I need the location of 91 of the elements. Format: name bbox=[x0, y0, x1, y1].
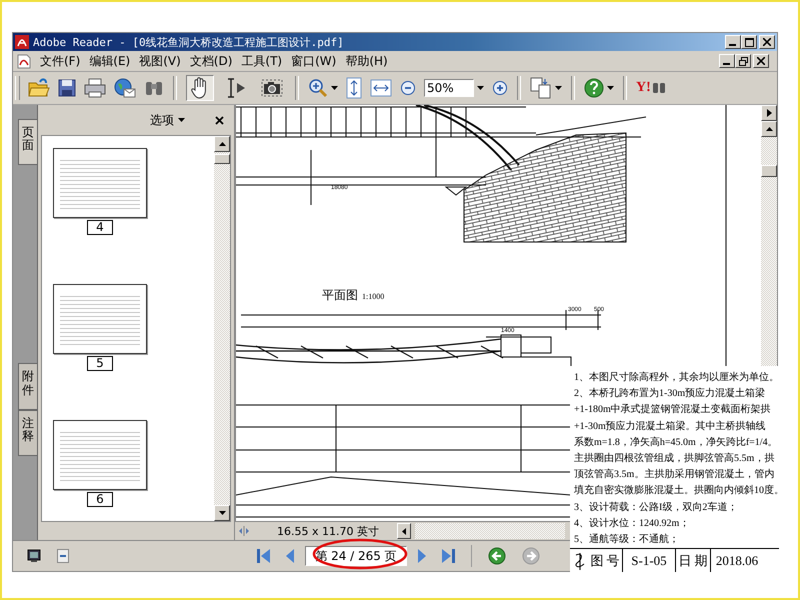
window-title: Adobe Reader - [0线花鱼洞大桥改造工程施工图设计.pdf] bbox=[33, 34, 344, 50]
menu-item[interactable]: 视图(V) bbox=[139, 52, 181, 70]
note-text: 4、设计水位：1240.92m； bbox=[574, 516, 690, 531]
note-text: 3、设计荷载：公路I级，双向2车道； bbox=[574, 500, 738, 515]
plan-title: 平面图 bbox=[322, 288, 358, 302]
next-page-icon[interactable] bbox=[417, 548, 427, 564]
signature-mark-icon bbox=[573, 550, 587, 571]
menu-item[interactable]: 编辑(E) bbox=[89, 52, 130, 70]
up-arrow-icon bbox=[218, 142, 226, 146]
menu-item[interactable]: 工具(T) bbox=[241, 52, 282, 70]
page-number-label: 4 bbox=[87, 220, 113, 235]
first-page-icon[interactable] bbox=[255, 548, 271, 564]
monitor-icon[interactable] bbox=[27, 549, 41, 563]
side-tab[interactable]: 附件 bbox=[18, 363, 37, 410]
title-block-cell: S-1-05 bbox=[623, 549, 676, 572]
page-thumbnail[interactable] bbox=[53, 420, 147, 490]
print-icon[interactable] bbox=[84, 78, 106, 98]
restore-icon bbox=[738, 56, 748, 66]
zoom-in-icon[interactable] bbox=[492, 80, 508, 96]
note-text: 顶弦管高3.5m。主拱肋采用钢管混凝土，管内 bbox=[574, 468, 776, 482]
fit-height-icon[interactable] bbox=[346, 77, 362, 99]
restore-button[interactable] bbox=[735, 54, 751, 68]
maximize-button[interactable] bbox=[741, 35, 757, 49]
scrollbar-track[interactable] bbox=[414, 523, 565, 539]
dropdown-caret-icon[interactable] bbox=[477, 86, 484, 90]
right-arrow-icon bbox=[766, 109, 772, 117]
split-handle-icon[interactable] bbox=[237, 525, 251, 537]
note-text: 2、本桥孔跨布置为1-30m预应力混凝土箱梁 bbox=[574, 386, 766, 402]
close-button[interactable] bbox=[753, 54, 769, 68]
zoom-in-icon[interactable] bbox=[308, 78, 328, 98]
document-icon bbox=[17, 54, 31, 68]
page-size-label: 16.55 x 11.70 英寸 bbox=[277, 524, 379, 538]
close-button[interactable] bbox=[759, 35, 775, 49]
page-layout-icon[interactable] bbox=[530, 77, 552, 99]
help-icon[interactable] bbox=[584, 78, 604, 98]
note-text: 填充自密实微膨胀混凝土。拱圈向内倾斜10度。 bbox=[574, 484, 779, 498]
page-thumbnail[interactable] bbox=[53, 284, 147, 354]
text-cursor-icon bbox=[225, 78, 247, 98]
last-page-icon[interactable] bbox=[441, 548, 457, 564]
tool-button[interactable] bbox=[186, 75, 214, 101]
minimize-button[interactable] bbox=[719, 54, 735, 68]
note-text: 5、通航等级：不通航； bbox=[574, 532, 680, 548]
open-folder-icon[interactable] bbox=[28, 78, 50, 98]
note-text: +1-180m中承式提篮钢管混凝土变截面桁架拱 bbox=[574, 402, 772, 418]
note-text: +1-30m预应力混凝土箱梁。其中主桥拱轴线 bbox=[574, 420, 767, 434]
close-icon[interactable] bbox=[215, 116, 224, 124]
search-toolbar-logo[interactable]: Y! bbox=[636, 80, 651, 96]
save-icon[interactable] bbox=[58, 79, 76, 97]
camera-icon bbox=[261, 79, 283, 97]
close-icon bbox=[757, 57, 765, 65]
side-tab[interactable]: 注释 bbox=[18, 410, 37, 456]
app-logo-icon bbox=[15, 35, 29, 49]
dropdown-caret-icon[interactable] bbox=[555, 86, 562, 90]
zoom-out-icon[interactable] bbox=[400, 80, 416, 96]
title-block-cell: 图 号 bbox=[588, 549, 623, 572]
menu-item[interactable]: 文件(F) bbox=[40, 52, 80, 70]
dropdown-caret-icon[interactable] bbox=[331, 86, 338, 90]
maximize-icon bbox=[744, 38, 754, 46]
next-page-button[interactable] bbox=[761, 105, 777, 121]
menu-item[interactable]: 帮助(H) bbox=[345, 52, 388, 70]
page-number-label: 6 bbox=[87, 492, 113, 507]
previous-page-icon[interactable] bbox=[285, 548, 295, 564]
down-arrow-icon bbox=[218, 511, 226, 515]
note-text: 系数m=1.8，净矢高h=45.0m，净矢跨比f=1/4。 bbox=[574, 436, 779, 450]
menu-item[interactable]: 窗口(W) bbox=[291, 52, 336, 70]
window-icon[interactable] bbox=[57, 549, 69, 563]
scroll-up-button[interactable] bbox=[761, 121, 777, 137]
side-tab[interactable]: 页面 bbox=[18, 119, 37, 166]
note-text: 1、本图尺寸除高程外，其余均以厘米为单位。 bbox=[574, 370, 779, 385]
page-thumbnail[interactable] bbox=[53, 148, 147, 218]
scrollbar-thumb[interactable] bbox=[214, 154, 230, 164]
options-menu[interactable]: 选项 bbox=[150, 112, 174, 128]
close-icon bbox=[763, 38, 771, 46]
note-text: 主拱圈由四根弦管组成，拱脚弦管高5.5m，拱 bbox=[574, 452, 776, 466]
up-arrow-icon bbox=[766, 127, 772, 131]
globe-email-icon[interactable] bbox=[114, 78, 136, 98]
dropdown-caret-icon[interactable] bbox=[178, 118, 185, 122]
fit-width-icon[interactable] bbox=[370, 79, 392, 97]
scroll-left-button[interactable] bbox=[396, 523, 411, 539]
zoom-field[interactable]: 50% bbox=[424, 79, 474, 97]
page-number-label: 5 bbox=[87, 356, 113, 371]
minimize-button[interactable] bbox=[725, 35, 741, 49]
menu-item[interactable]: 文档(D) bbox=[190, 52, 232, 70]
scrollbar-thumb[interactable] bbox=[761, 165, 777, 177]
dropdown-caret-icon[interactable] bbox=[607, 86, 614, 90]
scroll-up-button[interactable] bbox=[214, 136, 230, 152]
scroll-down-button[interactable] bbox=[214, 505, 230, 521]
title-block-cell-text: 2018.06 bbox=[714, 552, 760, 570]
title-block-cell: 日 期 bbox=[676, 549, 711, 572]
left-arrow-icon bbox=[402, 528, 406, 534]
plan-scale: 1:1000 bbox=[362, 292, 384, 301]
